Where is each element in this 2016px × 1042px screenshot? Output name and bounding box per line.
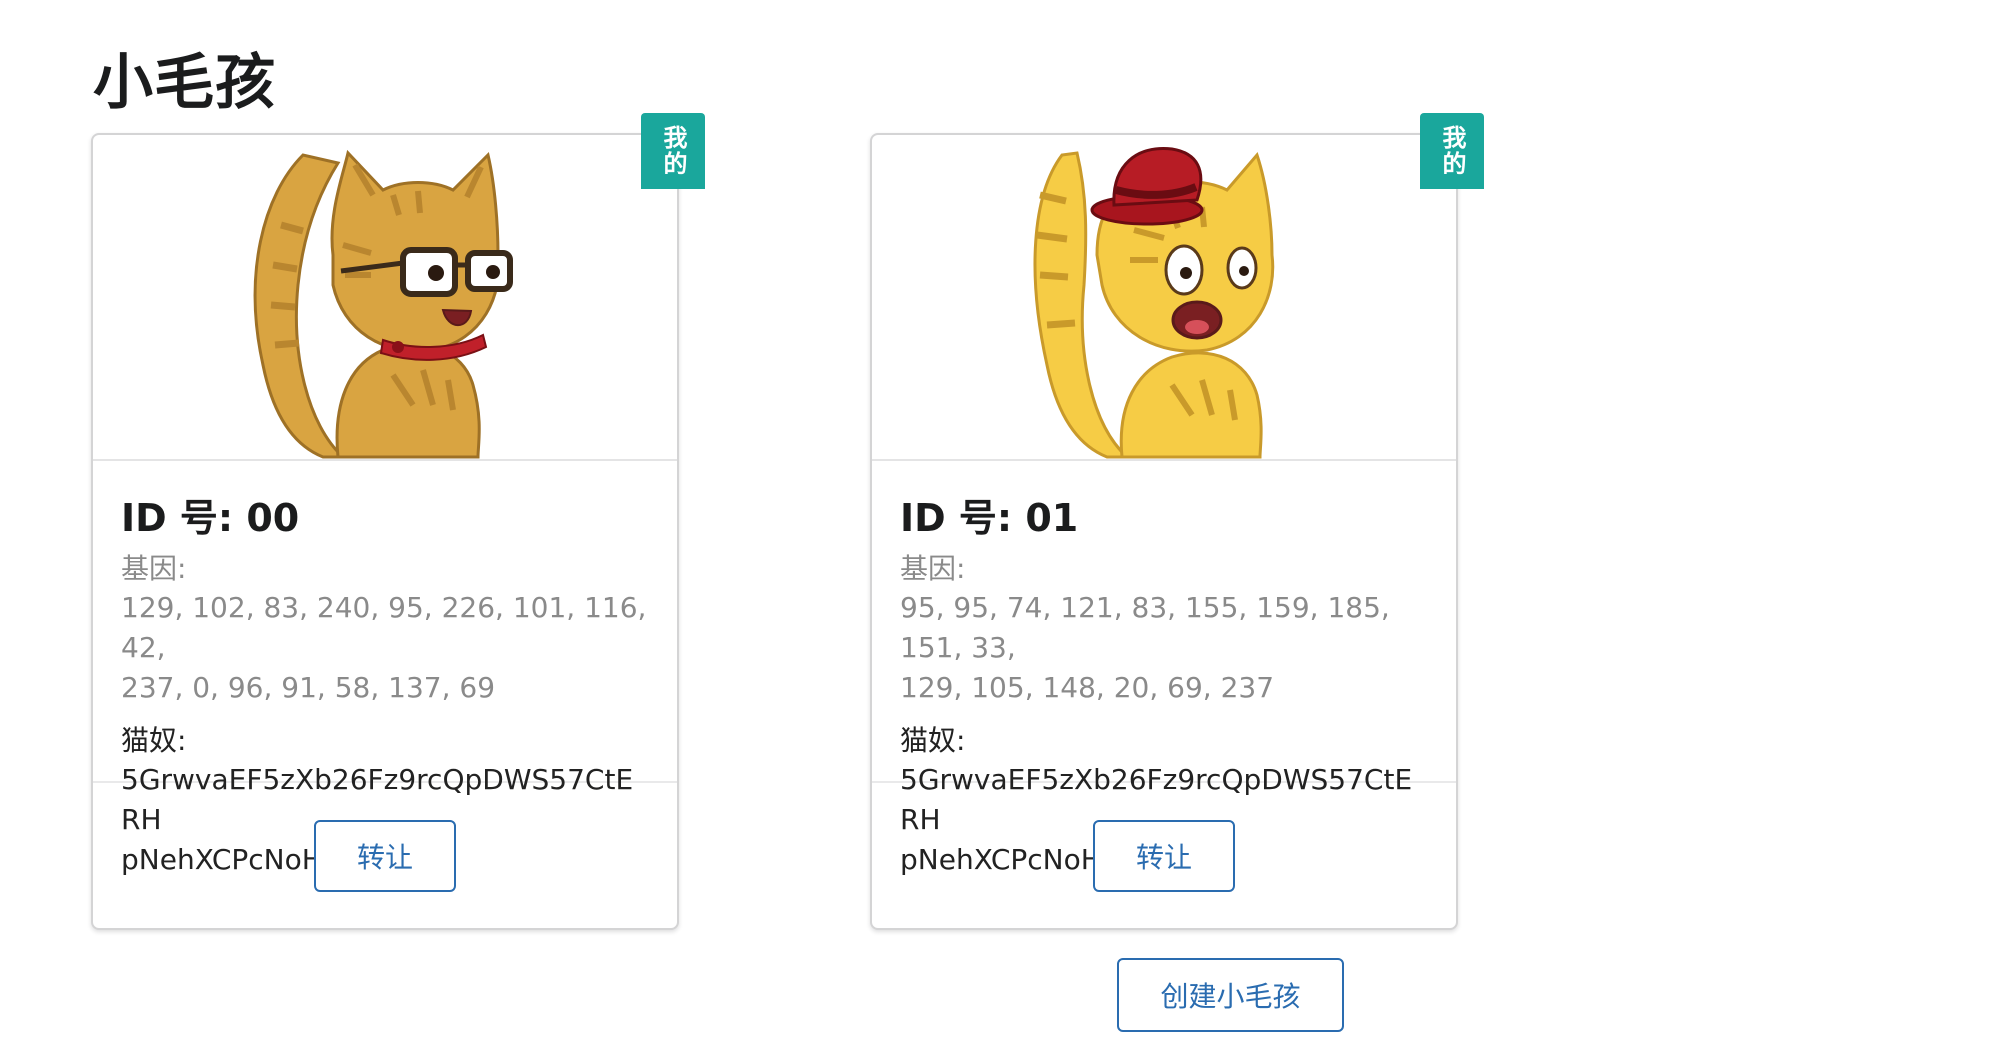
genes-line: 129, 102, 83, 240, 95, 226, 101, 116, 42…	[121, 591, 647, 664]
card-content: ID 号: 01 基因: 95, 95, 74, 121, 83, 155, 1…	[872, 461, 1456, 876]
cat-image	[872, 135, 1456, 461]
page-title: 小毛孩	[93, 48, 276, 118]
transfer-button[interactable]: 转让	[314, 819, 456, 892]
cat-id: ID 号: 00	[121, 496, 300, 540]
cat-card: 我的 ID 号: 00 基因: 129, 102, 83, 240, 95, 2…	[91, 113, 705, 930]
cat-card: 我的 ID 号: 01 基因: 95, 95, 74, 121, 83, 155…	[870, 113, 1484, 930]
cat-illustration-0	[253, 149, 513, 459]
transfer-button[interactable]: 转让	[1093, 819, 1235, 892]
genes-label: 基因:	[121, 552, 187, 585]
owner-label: 猫奴:	[121, 724, 187, 757]
genes-line: 237, 0, 96, 91, 58, 137, 69	[121, 671, 496, 704]
cat-id: ID 号: 01	[900, 496, 1079, 540]
cat-illustration-1	[1033, 147, 1275, 459]
genes-line: 129, 105, 148, 20, 69, 237	[900, 671, 1275, 704]
card-content: ID 号: 00 基因: 129, 102, 83, 240, 95, 226,…	[93, 461, 677, 876]
create-cat-button[interactable]: 创建小毛孩	[1117, 958, 1344, 1032]
genes-label: 基因:	[900, 552, 966, 585]
owner-label: 猫奴:	[900, 724, 966, 757]
cat-image	[93, 135, 677, 461]
genes-line: 95, 95, 74, 121, 83, 155, 159, 185, 151,…	[900, 591, 1390, 664]
